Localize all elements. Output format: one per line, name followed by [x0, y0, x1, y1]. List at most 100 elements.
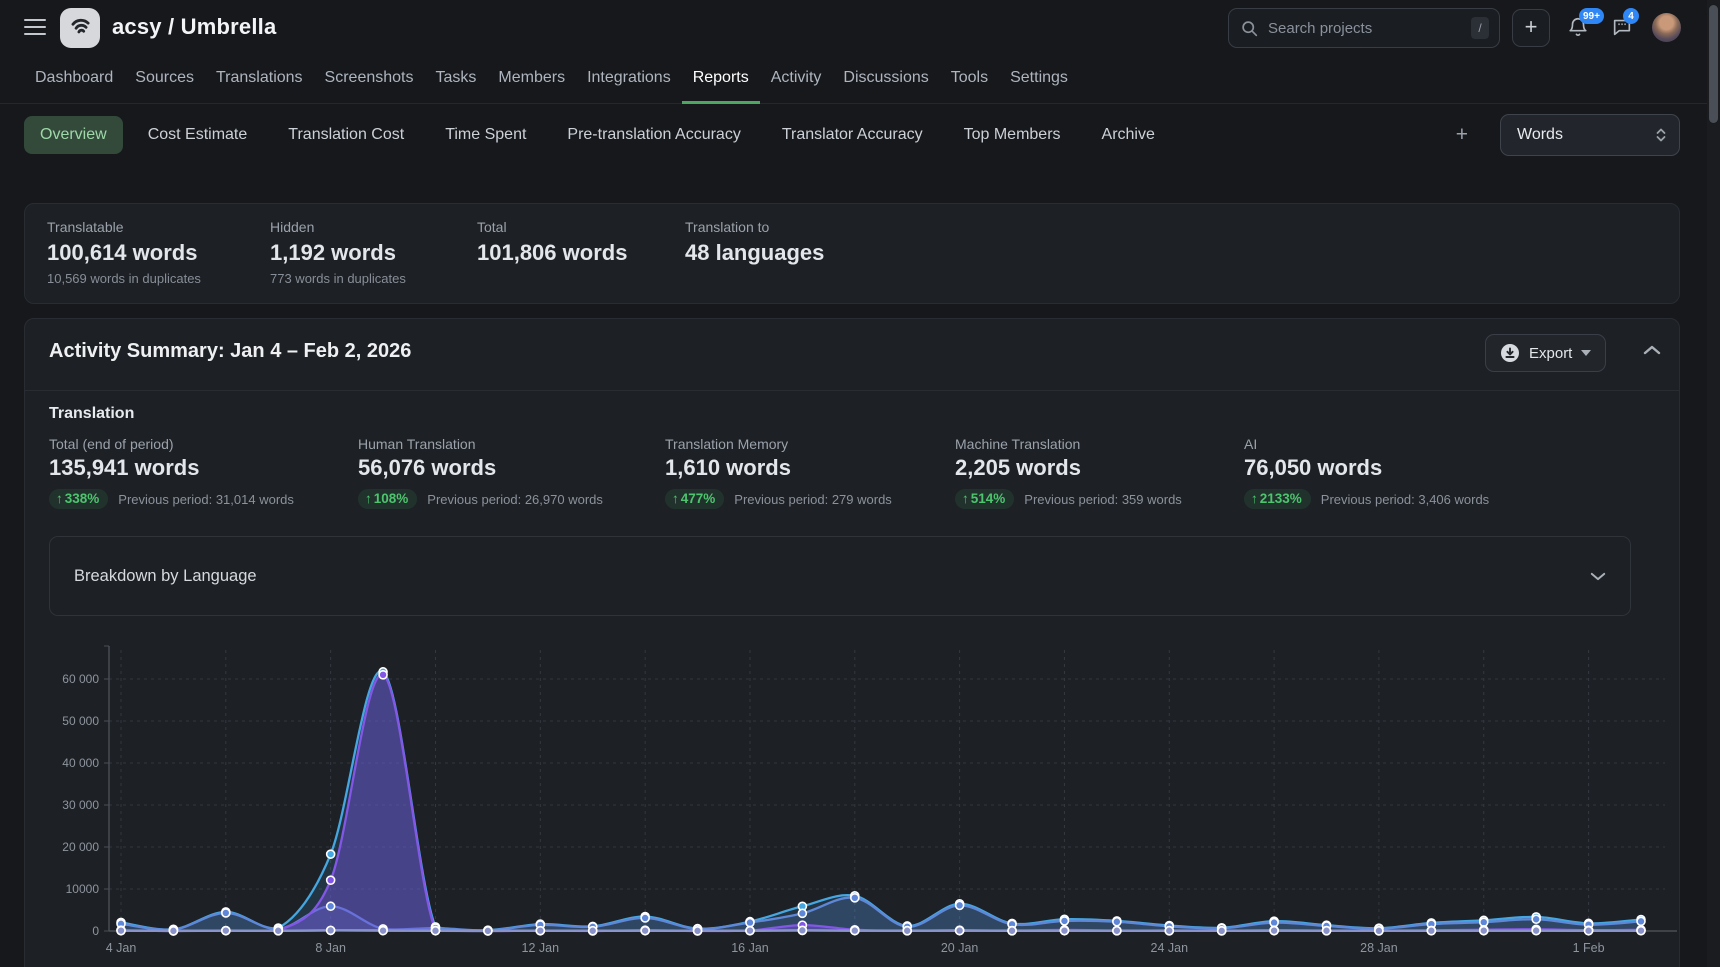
- chevron-down-icon: [1590, 571, 1606, 582]
- previous-period: Previous period: 31,014 words: [118, 492, 294, 507]
- stat-label: Translation to: [685, 219, 769, 235]
- menu-icon[interactable]: [24, 19, 46, 35]
- select-stepper-icon: [1655, 127, 1667, 143]
- stat-sub: 10,569 words in duplicates: [47, 271, 201, 286]
- arrow-up-icon: ↑: [962, 491, 969, 506]
- nav-item-sources[interactable]: Sources: [124, 55, 205, 104]
- nav-item-dashboard[interactable]: Dashboard: [24, 55, 124, 104]
- tab-overview[interactable]: Overview: [24, 116, 123, 154]
- trend-badge: ↑514%: [955, 489, 1014, 509]
- stat-label: Human Translation: [358, 436, 476, 452]
- stat-label: AI: [1244, 436, 1257, 452]
- messages-badge: 4: [1623, 8, 1639, 24]
- arrow-up-icon: ↑: [1251, 491, 1258, 506]
- tab-top-members[interactable]: Top Members: [948, 116, 1077, 154]
- previous-period: Previous period: 26,970 words: [427, 492, 603, 507]
- translation-section-title: Translation: [49, 405, 134, 423]
- svg-text:20 Jan: 20 Jan: [941, 941, 979, 955]
- caret-down-icon: [1581, 350, 1591, 356]
- stat-label: Total: [477, 219, 507, 235]
- breakdown-label: Breakdown by Language: [74, 567, 1590, 586]
- export-label: Export: [1529, 345, 1572, 362]
- nav-item-reports[interactable]: Reports: [682, 55, 760, 104]
- project-logo[interactable]: [60, 8, 100, 48]
- svg-text:4 Jan: 4 Jan: [106, 941, 137, 955]
- svg-text:8 Jan: 8 Jan: [315, 941, 346, 955]
- export-button[interactable]: Export: [1485, 334, 1606, 372]
- svg-text:40 000: 40 000: [62, 756, 99, 770]
- nav-item-settings[interactable]: Settings: [999, 55, 1079, 104]
- stat-value: 76,050 words: [1244, 455, 1382, 481]
- tab-pre-translation-accuracy[interactable]: Pre-translation Accuracy: [551, 116, 756, 154]
- arrow-up-icon: ↑: [365, 491, 372, 506]
- previous-period: Previous period: 359 words: [1024, 492, 1182, 507]
- activity-chart: 01000020 00030 00040 00050 00060 0004 Ja…: [25, 638, 1681, 967]
- arrow-up-icon: ↑: [672, 491, 679, 506]
- stat-value: 101,806 words: [477, 240, 627, 266]
- previous-period: Previous period: 279 words: [734, 492, 892, 507]
- scrollbar[interactable]: [1707, 0, 1720, 967]
- reports-subtabs: Overview Cost Estimate Translation Cost …: [0, 104, 1720, 166]
- stat-value: 1,610 words: [665, 455, 791, 481]
- divider: [25, 390, 1679, 391]
- collapse-section-button[interactable]: [1643, 343, 1667, 363]
- stat-label: Translation Memory: [665, 436, 788, 452]
- nav-item-screenshots[interactable]: Screenshots: [314, 55, 425, 104]
- search-placeholder: Search projects: [1268, 20, 1471, 37]
- activity-summary-title: Activity Summary: Jan 4 – Feb 2, 2026: [49, 340, 411, 363]
- page-title: acsy / Umbrella: [112, 14, 276, 40]
- trend-badge: ↑2133%: [1244, 489, 1311, 509]
- stat-label: Hidden: [270, 219, 314, 235]
- tab-translator-accuracy[interactable]: Translator Accuracy: [766, 116, 939, 154]
- top-bar: acsy / Umbrella Search projects / + 99+ …: [0, 0, 1720, 55]
- notifications-button[interactable]: 99+: [1567, 16, 1591, 40]
- svg-text:20 000: 20 000: [62, 840, 99, 854]
- stat-sub: 773 words in duplicates: [270, 271, 406, 286]
- previous-period: Previous period: 3,406 words: [1321, 492, 1489, 507]
- svg-text:16 Jan: 16 Jan: [731, 941, 769, 955]
- create-project-button[interactable]: +: [1512, 9, 1550, 47]
- nav-item-integrations[interactable]: Integrations: [576, 55, 682, 104]
- svg-text:30 000: 30 000: [62, 798, 99, 812]
- svg-text:28 Jan: 28 Jan: [1360, 941, 1398, 955]
- nav-item-activity[interactable]: Activity: [760, 55, 833, 104]
- nav-item-translations[interactable]: Translations: [205, 55, 314, 104]
- search-icon: [1241, 20, 1258, 37]
- svg-text:12 Jan: 12 Jan: [522, 941, 560, 955]
- svg-text:1 Feb: 1 Feb: [1573, 941, 1605, 955]
- stat-value: 56,076 words: [358, 455, 496, 481]
- tab-cost-estimate[interactable]: Cost Estimate: [132, 116, 264, 154]
- add-report-tab-button[interactable]: +: [1446, 119, 1478, 151]
- unit-select[interactable]: Words: [1500, 114, 1680, 156]
- messages-button[interactable]: 4: [1611, 16, 1635, 40]
- stat-value: 2,205 words: [955, 455, 1081, 481]
- trend-badge: ↑108%: [358, 489, 417, 509]
- search-input[interactable]: Search projects /: [1228, 8, 1500, 48]
- nav-item-tasks[interactable]: Tasks: [424, 55, 487, 104]
- nav-item-tools[interactable]: Tools: [940, 55, 999, 104]
- download-circle-icon: [1500, 343, 1520, 363]
- project-stats-card: Translatable 100,614 words 10,569 words …: [24, 203, 1680, 304]
- tab-archive[interactable]: Archive: [1086, 116, 1171, 154]
- stat-label: Machine Translation: [955, 436, 1080, 452]
- logo-swirl-icon: [67, 15, 93, 41]
- trend-badge: ↑338%: [49, 489, 108, 509]
- scrollbar-thumb[interactable]: [1709, 5, 1718, 123]
- svg-text:0: 0: [92, 924, 99, 938]
- svg-text:10000: 10000: [66, 882, 100, 896]
- unit-select-value: Words: [1517, 126, 1655, 144]
- trend-badge: ↑477%: [665, 489, 724, 509]
- breakdown-by-language-toggle[interactable]: Breakdown by Language: [49, 536, 1631, 616]
- svg-text:24 Jan: 24 Jan: [1151, 941, 1189, 955]
- tab-translation-cost[interactable]: Translation Cost: [272, 116, 420, 154]
- search-shortcut-key: /: [1471, 17, 1489, 39]
- tab-time-spent[interactable]: Time Spent: [429, 116, 542, 154]
- arrow-up-icon: ↑: [56, 491, 63, 506]
- user-avatar[interactable]: [1652, 13, 1681, 42]
- stat-value: 48 languages: [685, 240, 824, 266]
- stat-value: 1,192 words: [270, 240, 396, 266]
- nav-item-members[interactable]: Members: [487, 55, 576, 104]
- activity-summary-card: Activity Summary: Jan 4 – Feb 2, 2026 Ex…: [24, 318, 1680, 967]
- nav-item-discussions[interactable]: Discussions: [832, 55, 939, 104]
- stat-value: 100,614 words: [47, 240, 197, 266]
